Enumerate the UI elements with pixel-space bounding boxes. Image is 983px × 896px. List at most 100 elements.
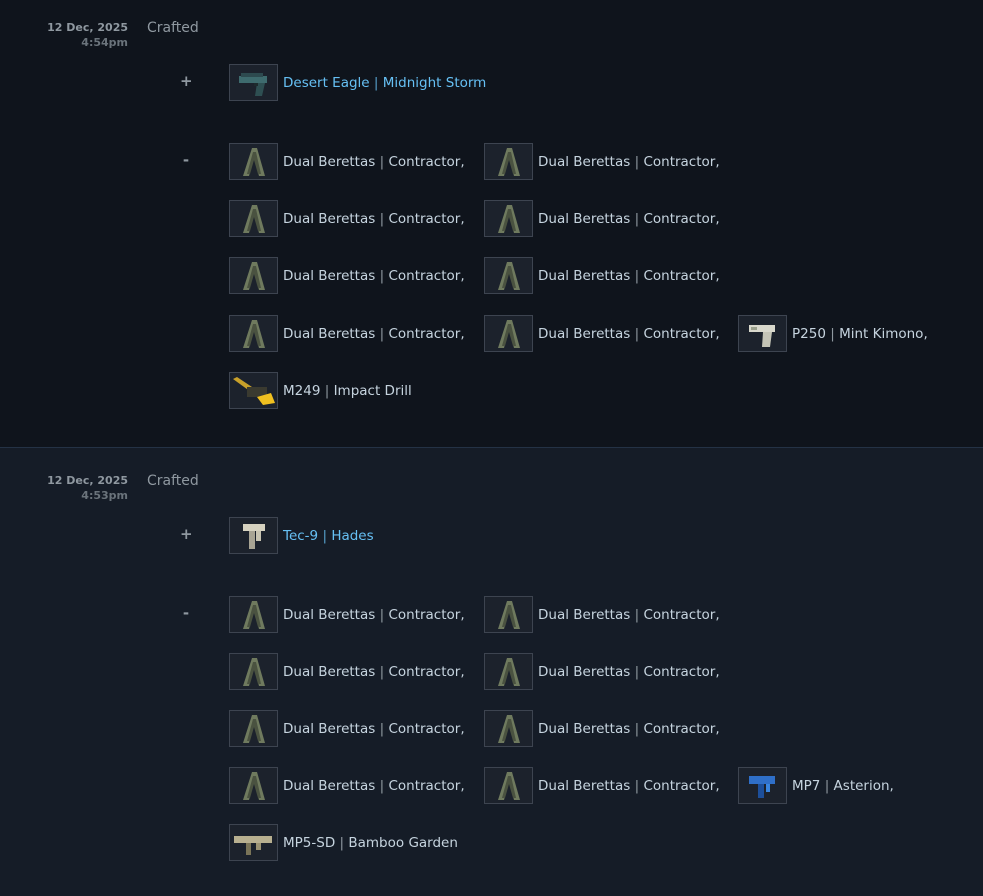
p250-icon	[738, 315, 787, 352]
weapon-name: M249	[283, 382, 321, 399]
lost-item[interactable]: Dual Berettas | Contractor,	[484, 257, 720, 294]
name-separator: |	[634, 606, 640, 623]
lost-item[interactable]: Dual Berettas | Contractor,	[484, 653, 720, 690]
weapon-name: Dual Berettas	[283, 210, 376, 227]
skin-name: Contractor,	[643, 153, 720, 170]
item-name: Tec-9 | Hades	[283, 528, 374, 544]
item-name: MP5-SD | Bamboo Garden	[283, 835, 458, 851]
skin-name: Midnight Storm	[382, 74, 487, 91]
item-name: Dual Berettas | Contractor,	[538, 268, 720, 284]
plus-sign: +	[180, 72, 193, 90]
name-separator: |	[379, 325, 385, 342]
entry-date-time: 4:53pm	[81, 489, 128, 502]
name-separator: |	[379, 210, 385, 227]
item-name: Dual Berettas | Contractor,	[538, 664, 720, 680]
item-name: Dual Berettas | Contractor,	[538, 326, 720, 342]
entry-action: Crafted	[147, 473, 199, 489]
item-name: M249 | Impact Drill	[283, 383, 412, 399]
skin-name: Contractor,	[643, 606, 720, 623]
skin-name: Contractor,	[388, 606, 465, 623]
lost-item[interactable]: Dual Berettas | Contractor,	[229, 710, 465, 747]
gained-item[interactable]: Desert Eagle | Midnight Storm	[229, 64, 486, 101]
skin-name: Contractor,	[388, 267, 465, 284]
lost-item[interactable]: Dual Berettas | Contractor,	[484, 315, 720, 352]
lost-item[interactable]: P250 | Mint Kimono,	[738, 315, 928, 352]
item-name: Dual Berettas | Contractor,	[283, 664, 465, 680]
skin-name: Contractor,	[643, 267, 720, 284]
name-separator: |	[824, 777, 830, 794]
weapon-name: Dual Berettas	[283, 606, 376, 623]
skin-name: Contractor,	[388, 720, 465, 737]
name-separator: |	[379, 606, 385, 623]
lost-item[interactable]: MP7 | Asterion,	[738, 767, 894, 804]
skin-name: Asterion,	[833, 777, 894, 794]
name-separator: |	[379, 777, 385, 794]
dual-berettas-icon	[484, 596, 533, 633]
lost-item[interactable]: Dual Berettas | Contractor,	[484, 710, 720, 747]
lost-item[interactable]: Dual Berettas | Contractor,	[229, 143, 465, 180]
gained-item[interactable]: Tec-9 | Hades	[229, 517, 374, 554]
mp5sd-icon	[229, 824, 278, 861]
weapon-name: Dual Berettas	[283, 777, 376, 794]
lost-item[interactable]: MP5-SD | Bamboo Garden	[229, 824, 458, 861]
lost-item[interactable]: Dual Berettas | Contractor,	[229, 767, 465, 804]
name-separator: |	[324, 382, 330, 399]
entry-date-day: 12 Dec, 2025	[47, 21, 128, 34]
name-separator: |	[339, 834, 345, 851]
m249-icon	[229, 372, 278, 409]
item-name: MP7 | Asterion,	[792, 778, 894, 794]
weapon-name: Dual Berettas	[283, 663, 376, 680]
lost-item[interactable]: Dual Berettas | Contractor,	[484, 767, 720, 804]
weapon-name: Dual Berettas	[283, 153, 376, 170]
name-separator: |	[634, 210, 640, 227]
item-name: Dual Berettas | Contractor,	[538, 211, 720, 227]
skin-name: Contractor,	[388, 777, 465, 794]
lost-item[interactable]: Dual Berettas | Contractor,	[229, 257, 465, 294]
skin-name: Mint Kimono,	[839, 325, 928, 342]
skin-name: Contractor,	[388, 210, 465, 227]
skin-name: Contractor,	[388, 663, 465, 680]
dual-berettas-icon	[484, 200, 533, 237]
lost-item[interactable]: Dual Berettas | Contractor,	[484, 143, 720, 180]
item-name: Dual Berettas | Contractor,	[283, 607, 465, 623]
lost-item[interactable]: Dual Berettas | Contractor,	[484, 596, 720, 633]
entry-date: 12 Dec, 2025 4:54pm	[0, 20, 128, 50]
name-separator: |	[634, 325, 640, 342]
lost-item[interactable]: Dual Berettas | Contractor,	[229, 653, 465, 690]
lost-item[interactable]: Dual Berettas | Contractor,	[484, 200, 720, 237]
weapon-name: Dual Berettas	[283, 267, 376, 284]
weapon-name: MP5-SD	[283, 834, 336, 851]
weapon-name: Dual Berettas	[283, 720, 376, 737]
dual-berettas-icon	[229, 200, 278, 237]
skin-name: Contractor,	[388, 153, 465, 170]
weapon-name: Dual Berettas	[538, 267, 631, 284]
lost-item[interactable]: Dual Berettas | Contractor,	[229, 596, 465, 633]
dual-berettas-icon	[484, 143, 533, 180]
dual-berettas-icon	[229, 596, 278, 633]
dual-berettas-icon	[484, 257, 533, 294]
tec9-icon	[229, 517, 278, 554]
name-separator: |	[634, 663, 640, 680]
weapon-name: Dual Berettas	[538, 153, 631, 170]
dual-berettas-icon	[229, 653, 278, 690]
name-separator: |	[379, 663, 385, 680]
name-separator: |	[379, 720, 385, 737]
lost-item[interactable]: Dual Berettas | Contractor,	[229, 315, 465, 352]
weapon-name: Dual Berettas	[283, 325, 376, 342]
skin-name: Hades	[331, 527, 374, 544]
item-name: Dual Berettas | Contractor,	[538, 154, 720, 170]
dual-berettas-icon	[484, 767, 533, 804]
lost-item[interactable]: M249 | Impact Drill	[229, 372, 412, 409]
lost-item[interactable]: Dual Berettas | Contractor,	[229, 200, 465, 237]
name-separator: |	[634, 267, 640, 284]
dual-berettas-icon	[484, 653, 533, 690]
weapon-name: Desert Eagle	[283, 74, 370, 91]
weapon-name: P250	[792, 325, 826, 342]
weapon-name: MP7	[792, 777, 821, 794]
entry-date: 12 Dec, 2025 4:53pm	[0, 473, 128, 503]
entry-action: Crafted	[147, 20, 199, 36]
weapon-name: Dual Berettas	[538, 663, 631, 680]
weapon-name: Dual Berettas	[538, 325, 631, 342]
minus-sign: -	[182, 151, 190, 169]
name-separator: |	[634, 777, 640, 794]
